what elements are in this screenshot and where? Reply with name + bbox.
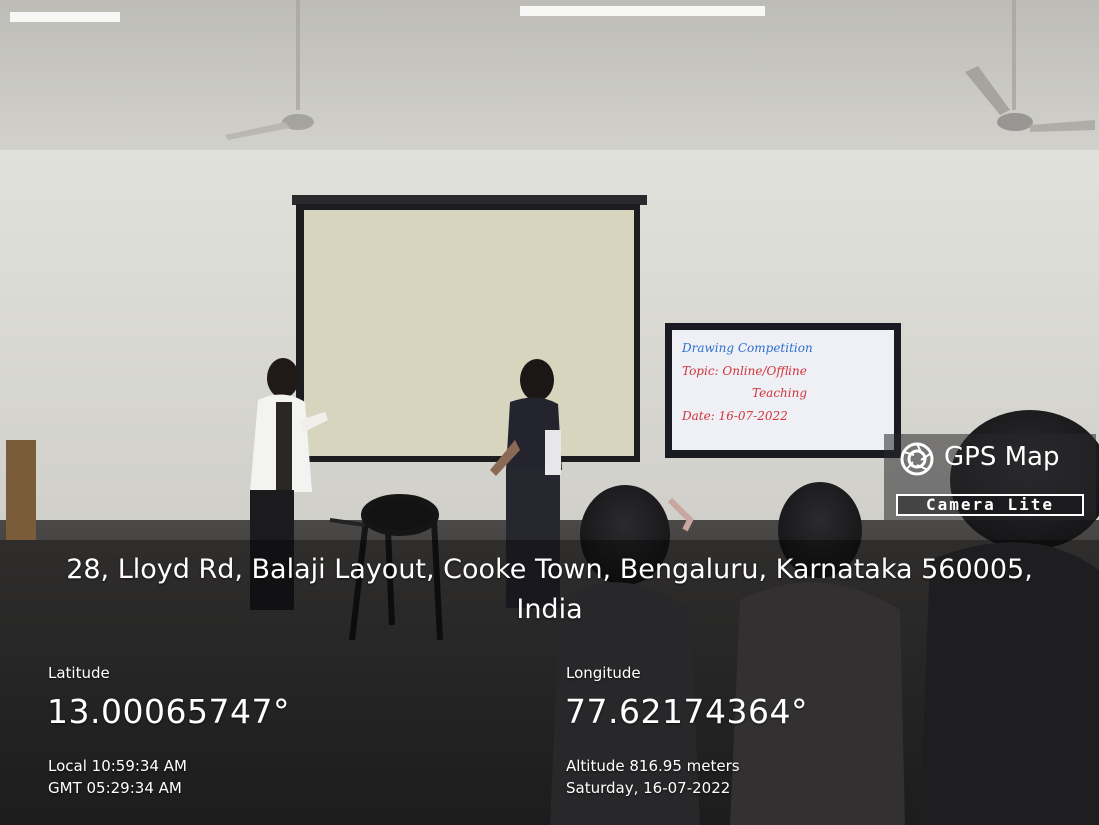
longitude-label: Longitude: [566, 664, 641, 682]
wooden-cabinet: [6, 440, 36, 540]
ceiling-light-center: [520, 6, 765, 16]
date: Saturday, 16-07-2022: [566, 779, 731, 797]
projector-screen: [292, 195, 647, 462]
tv-line-2: Topic: Online/Offline: [682, 364, 807, 378]
altitude: Altitude 816.95 meters: [566, 757, 740, 775]
badge-title: GPS Map: [944, 442, 1060, 472]
tv-line-3: Teaching: [752, 386, 807, 400]
gmt-time: GMT 05:29:34 AM: [48, 779, 182, 797]
local-time: Local 10:59:34 AM: [48, 757, 187, 775]
gps-map-camera-badge: GPS Map Camera Lite: [884, 434, 1096, 520]
latitude-label: Latitude: [48, 664, 110, 682]
ceiling-light-left: [10, 12, 120, 22]
tv-line-4: Date: 16-07-2022: [681, 409, 788, 423]
camera-lens-icon: [900, 442, 934, 476]
address-text: 28, Lloyd Rd, Balaji Layout, Cooke Town,…: [0, 550, 1099, 630]
badge-subtitle: Camera Lite: [896, 494, 1084, 516]
latitude-value: 13.00065747°: [47, 692, 290, 731]
longitude-value: 77.62174364°: [565, 692, 808, 731]
address-line-2: India: [516, 594, 583, 625]
tv-line-1: Drawing Competition: [681, 341, 813, 355]
tv-display: Drawing Competition Topic: Online/Offlin…: [665, 323, 901, 458]
ceiling: [0, 0, 1099, 160]
address-line-1: 28, Lloyd Rd, Balaji Layout, Cooke Town,…: [66, 554, 1033, 585]
